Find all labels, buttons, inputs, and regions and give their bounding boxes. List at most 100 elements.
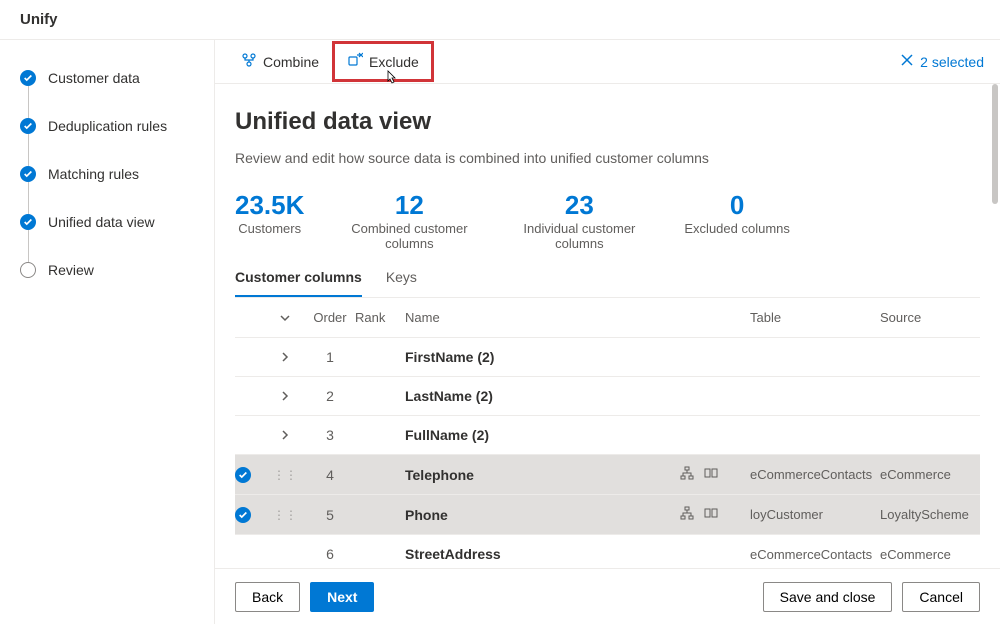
exclude-icon [347,52,363,71]
tab-keys[interactable]: Keys [386,259,417,297]
row-source: eCommerce [880,547,980,562]
connector-line [28,230,29,262]
row-order: 4 [305,467,355,483]
connector-line [28,86,29,118]
row-checkbox[interactable] [235,467,265,483]
row-expand[interactable] [265,351,305,363]
step-label: Deduplication rules [48,118,167,134]
row-name: Phone [405,507,680,523]
combine-label: Combine [263,54,319,70]
drag-handle-icon[interactable]: ⋮⋮ [273,508,297,522]
combine-button[interactable]: Combine [231,46,329,77]
check-icon [235,507,251,523]
step-label: Matching rules [48,166,139,182]
combine-icon [241,52,257,71]
page-description: Review and edit how source data is combi… [235,150,980,166]
row-expand[interactable] [265,429,305,441]
header-rank[interactable]: Rank [355,310,405,325]
table-row[interactable]: 3FullName (2) [235,416,980,455]
header-table[interactable]: Table [750,310,880,325]
toolbar: Combine Exclude 2 selected [215,40,1000,84]
row-source: eCommerce [880,467,980,482]
save-close-button[interactable]: Save and close [763,582,893,612]
stat-value: 0 [684,190,790,221]
row-expand[interactable]: ⋮⋮ [265,508,305,522]
row-table: eCommerceContacts [750,547,880,562]
next-button[interactable]: Next [310,582,374,612]
table-row[interactable]: 2LastName (2) [235,377,980,416]
check-icon [20,118,36,134]
split-icon[interactable] [704,466,718,483]
row-action-icons [680,466,750,483]
table-header: Order Rank Name Table Source [235,298,980,338]
chevron-down-icon [279,312,291,324]
table-row[interactable]: 1 FirstName (2) [235,338,980,377]
row-name: Telephone [405,467,680,483]
table-row[interactable]: 6 StreetAddress eCommerceContactseCommerce [235,535,980,568]
content-area: Unified data view Review and edit how so… [215,84,1000,568]
connector-line [28,182,29,214]
hierarchy-icon[interactable] [680,506,694,523]
split-icon[interactable] [704,506,718,523]
hierarchy-icon[interactable] [680,466,694,483]
pending-icon [20,262,36,278]
step-label: Review [48,262,94,278]
stat-value: 12 [344,190,474,221]
selection-indicator[interactable]: 2 selected [900,53,984,70]
row-expand[interactable]: ⋮⋮ [265,468,305,482]
row-name: StreetAddress [405,546,680,562]
stat-individual: 23 Individual customer columns [514,190,644,251]
stats-row: 23.5K Customers 12 Combined customer col… [235,190,980,251]
main-body: Customer data Deduplication rules Matchi… [0,40,1000,624]
step-label: Unified data view [48,214,155,230]
stat-value: 23 [514,190,644,221]
chevron-right-icon [279,351,291,363]
header-name[interactable]: Name [405,310,680,325]
drag-handle-icon[interactable]: ⋮⋮ [273,468,297,482]
row-order: 2 [305,388,355,404]
back-button[interactable]: Back [235,582,300,612]
row-name: FirstName (2) [405,349,680,365]
row-action-icons [680,506,750,523]
connector-line [28,134,29,166]
col-expand[interactable] [265,312,305,324]
row-order: 1 [305,349,355,365]
table-row[interactable]: ⋮⋮5PhoneloyCustomerLoyaltyScheme [235,495,980,535]
row-source: LoyaltyScheme [880,507,980,522]
table-row[interactable]: ⋮⋮4TelephoneeCommerceContactseCommerce [235,455,980,495]
app-header: Unify [0,0,1000,40]
check-icon [235,467,251,483]
scrollbar-track[interactable] [988,84,1000,568]
stat-customers: 23.5K Customers [235,190,304,251]
row-expand[interactable] [265,390,305,402]
columns-table: Order Rank Name Table Source 1 FirstName … [235,298,980,568]
cursor-icon [383,70,399,86]
row-table: loyCustomer [750,507,880,522]
tab-row: Customer columns Keys [235,259,980,298]
app-title: Unify [20,11,58,28]
page-title: Unified data view [235,108,980,136]
header-source[interactable]: Source [880,310,980,325]
cancel-button[interactable]: Cancel [902,582,980,612]
header-order[interactable]: Order [305,310,355,325]
step-matching[interactable]: Matching rules [20,166,194,182]
exclude-label: Exclude [369,54,419,70]
step-deduplication[interactable]: Deduplication rules [20,118,194,134]
check-icon [20,70,36,86]
footer-bar: Back Next Save and close Cancel [215,568,1000,624]
check-icon [20,166,36,182]
stat-excluded: 0 Excluded columns [684,190,790,251]
step-customer-data[interactable]: Customer data [20,70,194,86]
exclude-button[interactable]: Exclude [337,46,429,77]
stat-label: Combined customer columns [344,221,474,251]
row-checkbox[interactable] [235,507,265,523]
row-order: 6 [305,546,355,562]
chevron-right-icon [279,429,291,441]
step-review[interactable]: Review [20,262,194,278]
main-panel: Combine Exclude 2 selected Unified data … [215,40,1000,624]
chevron-right-icon [279,390,291,402]
scrollbar-thumb[interactable] [992,84,998,204]
step-unified-view[interactable]: Unified data view [20,214,194,230]
check-icon [20,214,36,230]
tab-customer-columns[interactable]: Customer columns [235,259,362,297]
